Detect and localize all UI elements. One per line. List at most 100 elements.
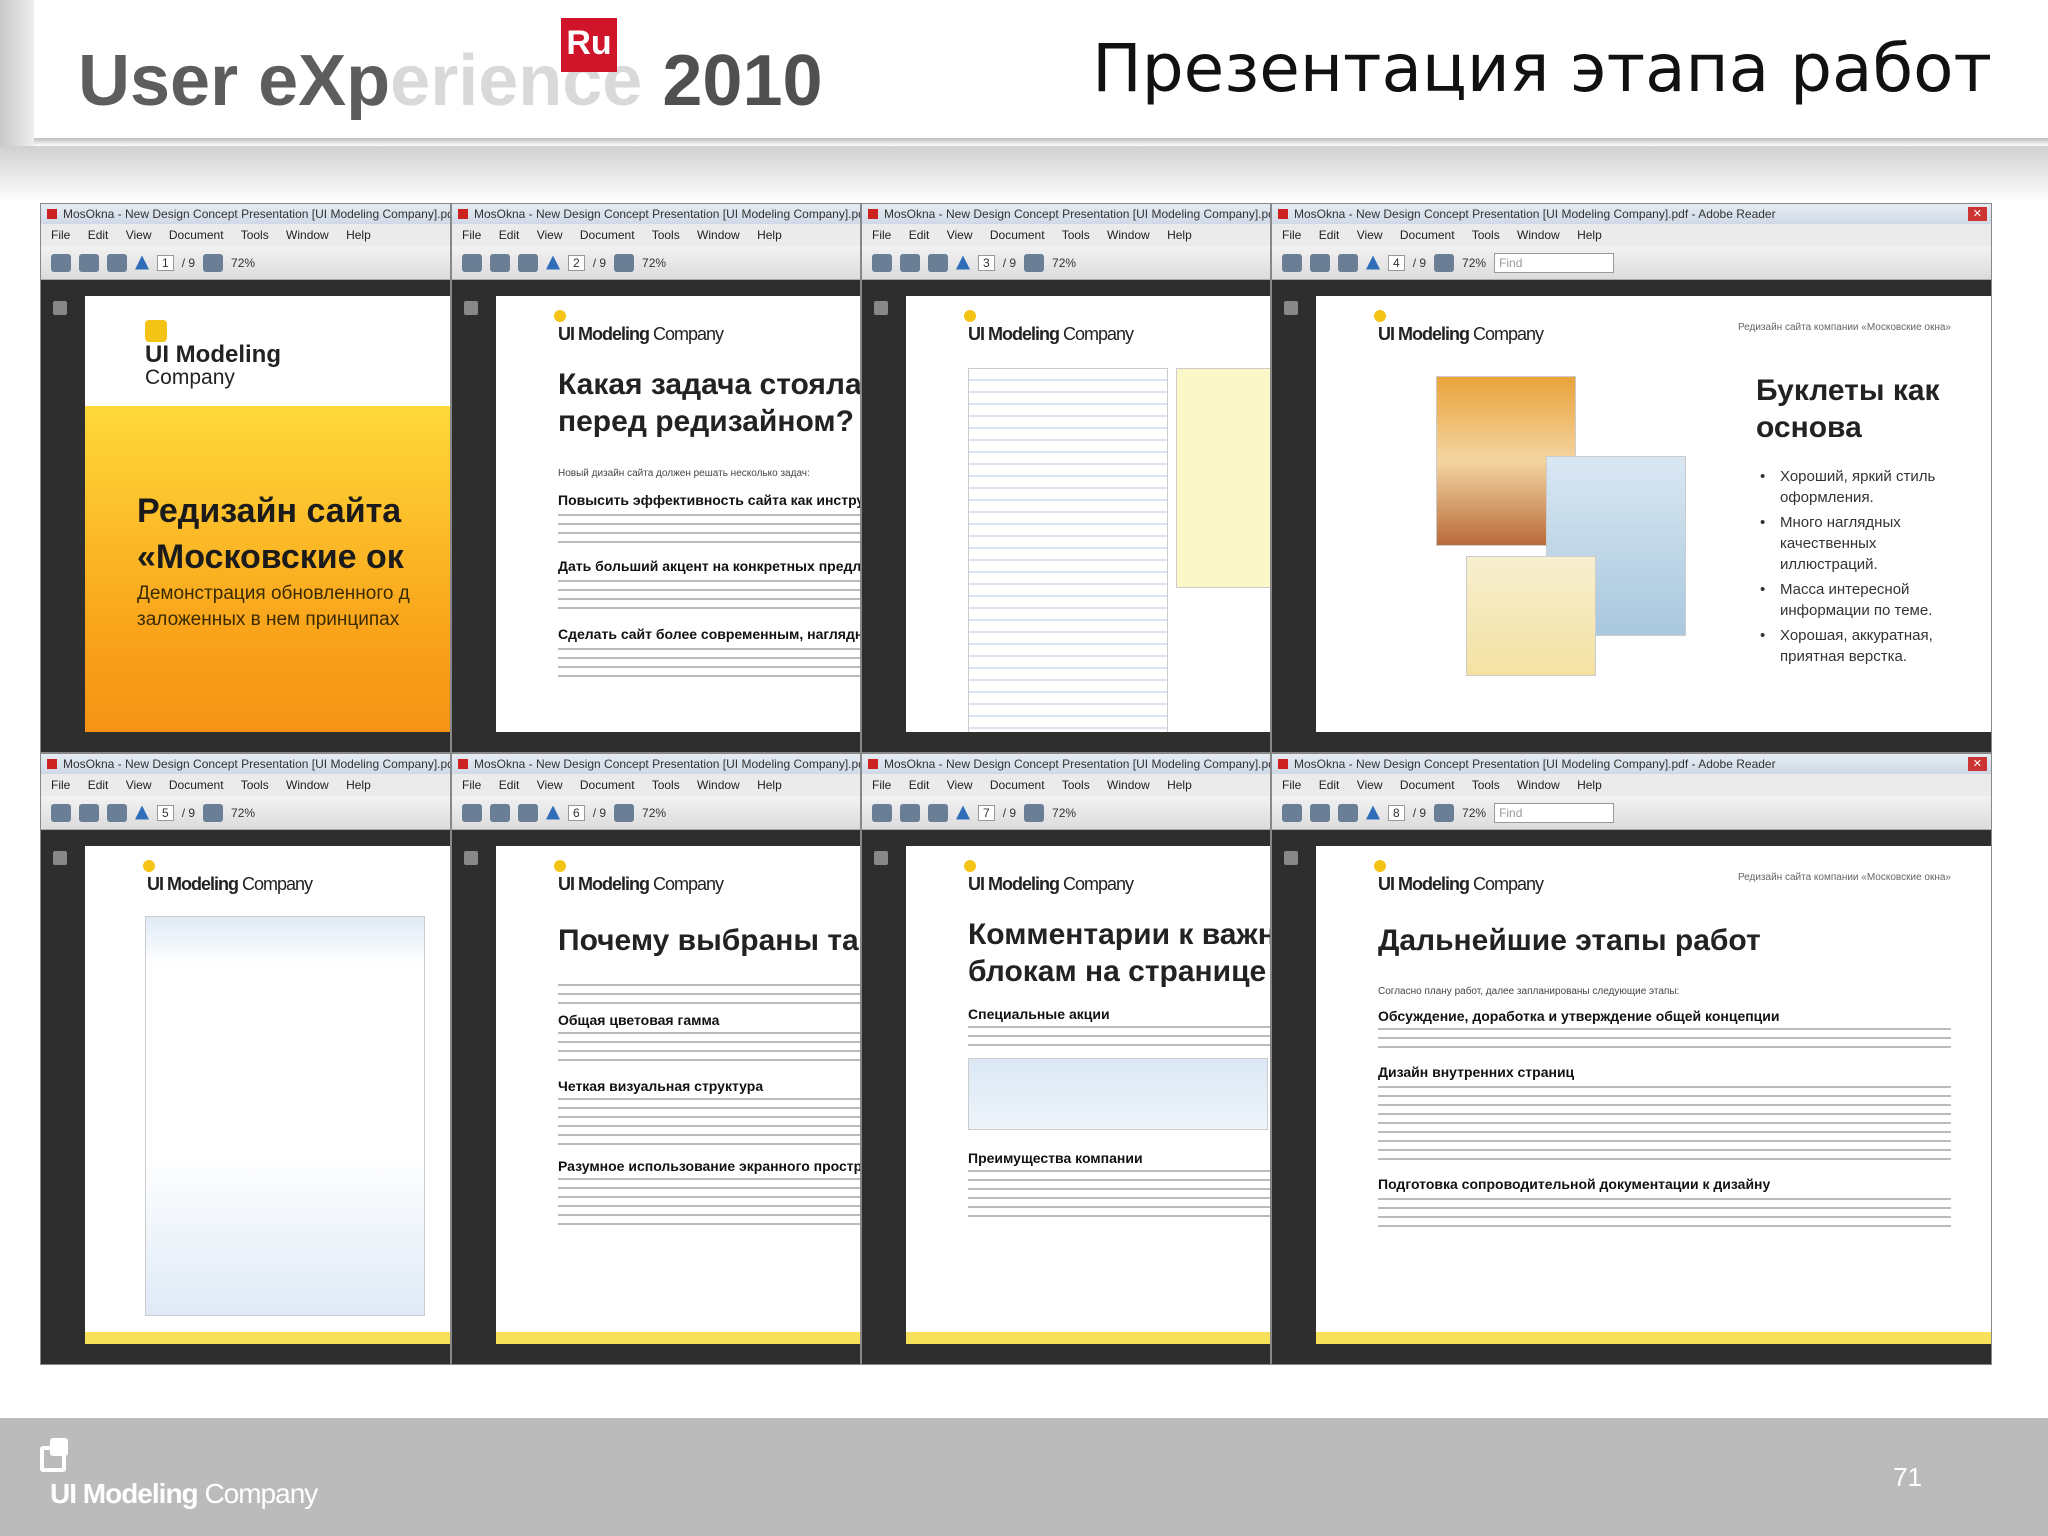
zoom-level[interactable]: 72%	[231, 256, 255, 270]
prev-page-icon[interactable]	[546, 805, 560, 820]
page-number-input[interactable]: 5	[157, 804, 174, 821]
email-icon[interactable]	[900, 803, 920, 822]
cloud-icon[interactable]	[518, 803, 538, 822]
zoom-out-icon[interactable]	[1024, 253, 1045, 272]
page-number-input[interactable]: 4	[1388, 254, 1405, 271]
menu-tools[interactable]: Tools	[1062, 778, 1090, 792]
menu-help[interactable]: Help	[757, 228, 782, 242]
page-number-input[interactable]: 1	[157, 254, 174, 271]
pages-icon[interactable]	[53, 301, 67, 315]
menu-file[interactable]: File	[462, 228, 481, 242]
window-titlebar[interactable]: MosOkna - New Design Concept Presentatio…	[862, 204, 1270, 224]
menu-bar[interactable]: File Edit View Document Tools Window Hel…	[41, 774, 450, 796]
menu-bar[interactable]: File Edit View Document Tools Window Hel…	[1272, 774, 1991, 796]
reader-window-5[interactable]: MosOkna - New Design Concept Presentatio…	[40, 753, 451, 1365]
email-icon[interactable]	[1310, 253, 1330, 272]
pages-icon[interactable]	[464, 301, 478, 315]
window-titlebar[interactable]: MosOkna - New Design Concept Presentatio…	[452, 754, 860, 774]
zoom-out-icon[interactable]	[1024, 803, 1045, 822]
pages-icon[interactable]	[874, 301, 888, 315]
reader-window-4[interactable]: MosOkna - New Design Concept Presentatio…	[1271, 203, 1992, 753]
menu-tools[interactable]: Tools	[1472, 778, 1500, 792]
menu-edit[interactable]: Edit	[88, 778, 109, 792]
menu-edit[interactable]: Edit	[499, 778, 520, 792]
menu-help[interactable]: Help	[1167, 228, 1192, 242]
page-number-input[interactable]: 2	[568, 254, 585, 271]
reader-window-2[interactable]: MosOkna - New Design Concept Presentatio…	[451, 203, 861, 753]
page-number-input[interactable]: 8	[1388, 804, 1405, 821]
menu-bar[interactable]: File Edit View Document Tools Window Hel…	[862, 774, 1270, 796]
menu-edit[interactable]: Edit	[499, 228, 520, 242]
email-icon[interactable]	[900, 253, 920, 272]
page-number-input[interactable]: 3	[978, 254, 995, 271]
cloud-icon[interactable]	[107, 253, 127, 272]
reader-window-3[interactable]: MosOkna - New Design Concept Presentatio…	[861, 203, 1271, 753]
menu-view[interactable]: View	[126, 778, 152, 792]
menu-window[interactable]: Window	[1517, 228, 1560, 242]
reader-window-7[interactable]: MosOkna - New Design Concept Presentatio…	[861, 753, 1271, 1365]
zoom-level[interactable]: 72%	[1052, 806, 1076, 820]
print-icon[interactable]	[51, 803, 71, 822]
prev-page-icon[interactable]	[135, 805, 149, 820]
email-icon[interactable]	[490, 253, 510, 272]
menu-edit[interactable]: Edit	[1319, 228, 1340, 242]
find-input[interactable]: Find	[1494, 802, 1615, 823]
cloud-icon[interactable]	[928, 803, 948, 822]
menu-window[interactable]: Window	[697, 228, 740, 242]
zoom-level[interactable]: 72%	[1462, 256, 1486, 270]
prev-page-icon[interactable]	[546, 255, 560, 270]
zoom-level[interactable]: 72%	[1462, 806, 1486, 820]
menu-document[interactable]: Document	[169, 228, 224, 242]
reader-window-6[interactable]: MosOkna - New Design Concept Presentatio…	[451, 753, 861, 1365]
email-icon[interactable]	[1310, 803, 1330, 822]
menu-help[interactable]: Help	[346, 778, 371, 792]
cloud-icon[interactable]	[928, 253, 948, 272]
find-input[interactable]: Find	[1494, 252, 1615, 273]
prev-page-icon[interactable]	[1366, 255, 1380, 270]
menu-view[interactable]: View	[537, 778, 563, 792]
menu-tools[interactable]: Tools	[241, 228, 269, 242]
cloud-icon[interactable]	[1338, 253, 1358, 272]
menu-document[interactable]: Document	[580, 778, 635, 792]
pages-icon[interactable]	[464, 851, 478, 865]
menu-document[interactable]: Document	[1400, 778, 1455, 792]
menu-document[interactable]: Document	[1400, 228, 1455, 242]
close-icon[interactable]: ✕	[1967, 757, 1987, 771]
menu-help[interactable]: Help	[1577, 778, 1602, 792]
print-icon[interactable]	[462, 253, 482, 272]
menu-view[interactable]: View	[1357, 778, 1383, 792]
menu-bar[interactable]: File Edit View Document Tools Window Hel…	[41, 224, 450, 246]
zoom-level[interactable]: 72%	[642, 806, 666, 820]
cloud-icon[interactable]	[518, 253, 538, 272]
menu-view[interactable]: View	[537, 228, 563, 242]
zoom-out-icon[interactable]	[203, 253, 224, 272]
pages-icon[interactable]	[874, 851, 888, 865]
menu-view[interactable]: View	[1357, 228, 1383, 242]
print-icon[interactable]	[51, 253, 71, 272]
menu-bar[interactable]: File Edit View Document Tools Window Hel…	[862, 224, 1270, 246]
zoom-out-icon[interactable]	[1434, 803, 1455, 822]
menu-document[interactable]: Document	[990, 778, 1045, 792]
menu-edit[interactable]: Edit	[1319, 778, 1340, 792]
prev-page-icon[interactable]	[956, 805, 970, 820]
zoom-out-icon[interactable]	[614, 803, 635, 822]
cloud-icon[interactable]	[107, 803, 127, 822]
email-icon[interactable]	[79, 253, 99, 272]
menu-window[interactable]: Window	[286, 228, 329, 242]
zoom-out-icon[interactable]	[203, 803, 224, 822]
menu-tools[interactable]: Tools	[1472, 228, 1500, 242]
menu-help[interactable]: Help	[1577, 228, 1602, 242]
menu-bar[interactable]: File Edit View Document Tools Window Hel…	[1272, 224, 1991, 246]
menu-edit[interactable]: Edit	[88, 228, 109, 242]
window-titlebar[interactable]: MosOkna - New Design Concept Presentatio…	[452, 204, 860, 224]
menu-file[interactable]: File	[51, 228, 70, 242]
menu-window[interactable]: Window	[1107, 228, 1150, 242]
print-icon[interactable]	[872, 253, 892, 272]
menu-edit[interactable]: Edit	[909, 778, 930, 792]
print-icon[interactable]	[1282, 803, 1302, 822]
zoom-level[interactable]: 72%	[642, 256, 666, 270]
print-icon[interactable]	[462, 803, 482, 822]
pages-icon[interactable]	[53, 851, 67, 865]
zoom-level[interactable]: 72%	[1052, 256, 1076, 270]
window-titlebar[interactable]: MosOkna - New Design Concept Presentatio…	[1272, 204, 1991, 224]
